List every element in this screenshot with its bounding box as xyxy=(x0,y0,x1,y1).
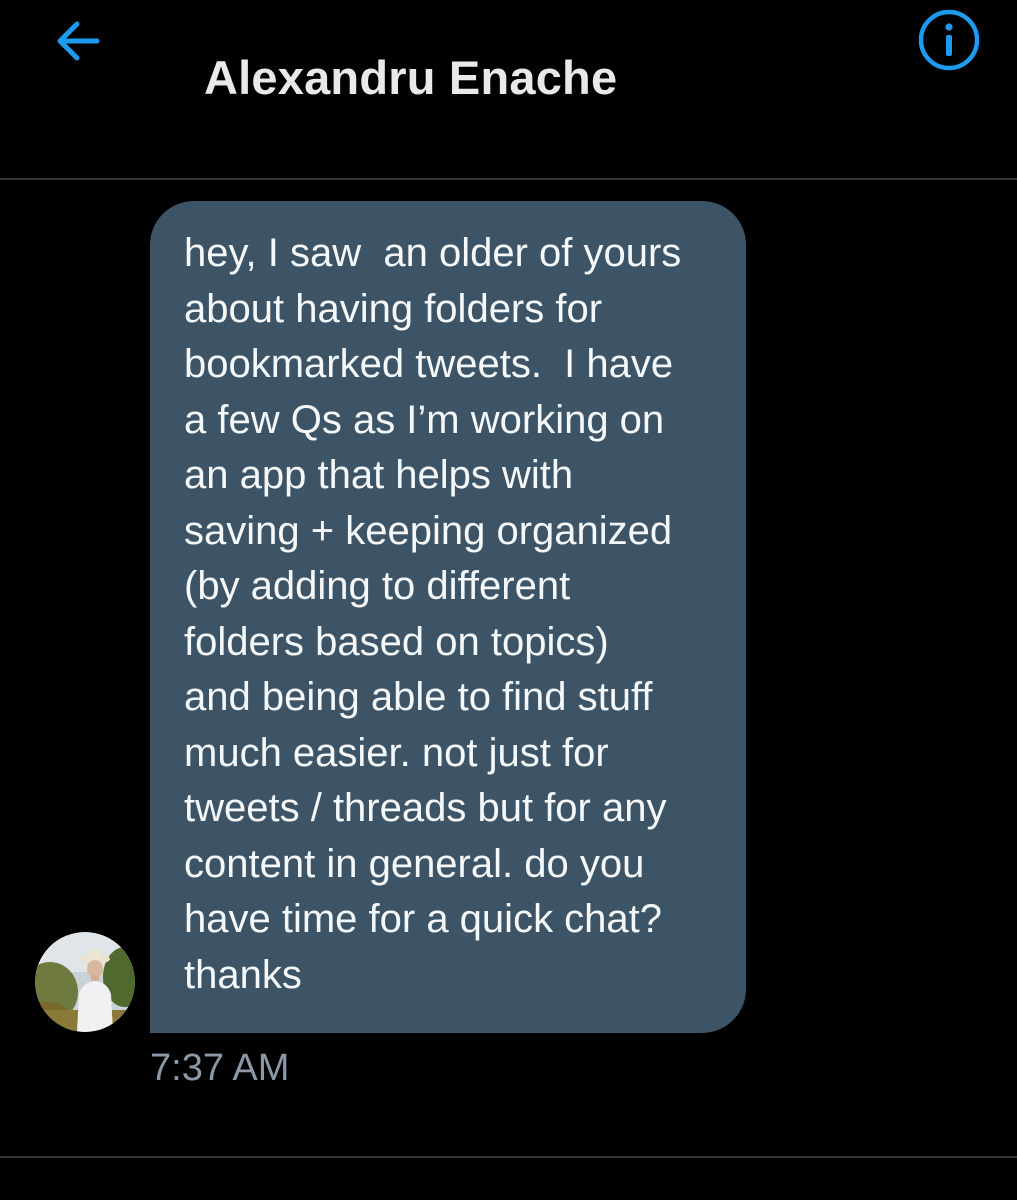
message-text-line: have time for a quick chat? xyxy=(184,897,663,941)
avatar-photo xyxy=(35,932,135,1032)
message-text-line: bookmarked tweets. I have xyxy=(184,342,674,386)
message-text-line: about having folders for xyxy=(184,286,603,331)
message-bubble[interactable]: hey, I saw an older of yours about havin… xyxy=(150,201,746,1033)
message-text-line: tweets / threads but for any xyxy=(184,786,667,830)
message-text-line: and being able to find stuff xyxy=(184,675,653,719)
conversation-info-button[interactable] xyxy=(915,6,983,74)
message-timestamp: 7:37 AM xyxy=(150,1047,290,1089)
arrow-left-icon xyxy=(57,21,100,61)
message-text-line: an app that helps with xyxy=(184,453,574,497)
message-text-line: content in general. do you xyxy=(184,841,645,886)
conversation-header: Alexandru Enache xyxy=(0,0,1017,179)
message-text-line: a few Qs as I’m working on xyxy=(184,397,665,442)
message-text-line: much easier. not just for xyxy=(184,730,609,775)
avatar[interactable] xyxy=(35,932,135,1032)
info-circle-icon xyxy=(918,9,980,71)
message-text-line: folders based on topics) xyxy=(184,619,609,664)
footer-divider xyxy=(0,1156,1017,1158)
header-divider xyxy=(0,178,1017,180)
message-text-line: (by adding to different xyxy=(184,564,571,608)
back-button[interactable] xyxy=(50,12,108,70)
conversation-title[interactable]: Alexandru Enache xyxy=(204,50,617,106)
message-text-line: saving + keeping organized xyxy=(184,508,673,553)
message-text-line: hey, I saw an older of yours xyxy=(184,231,682,275)
message-text-line: thanks xyxy=(184,952,302,997)
